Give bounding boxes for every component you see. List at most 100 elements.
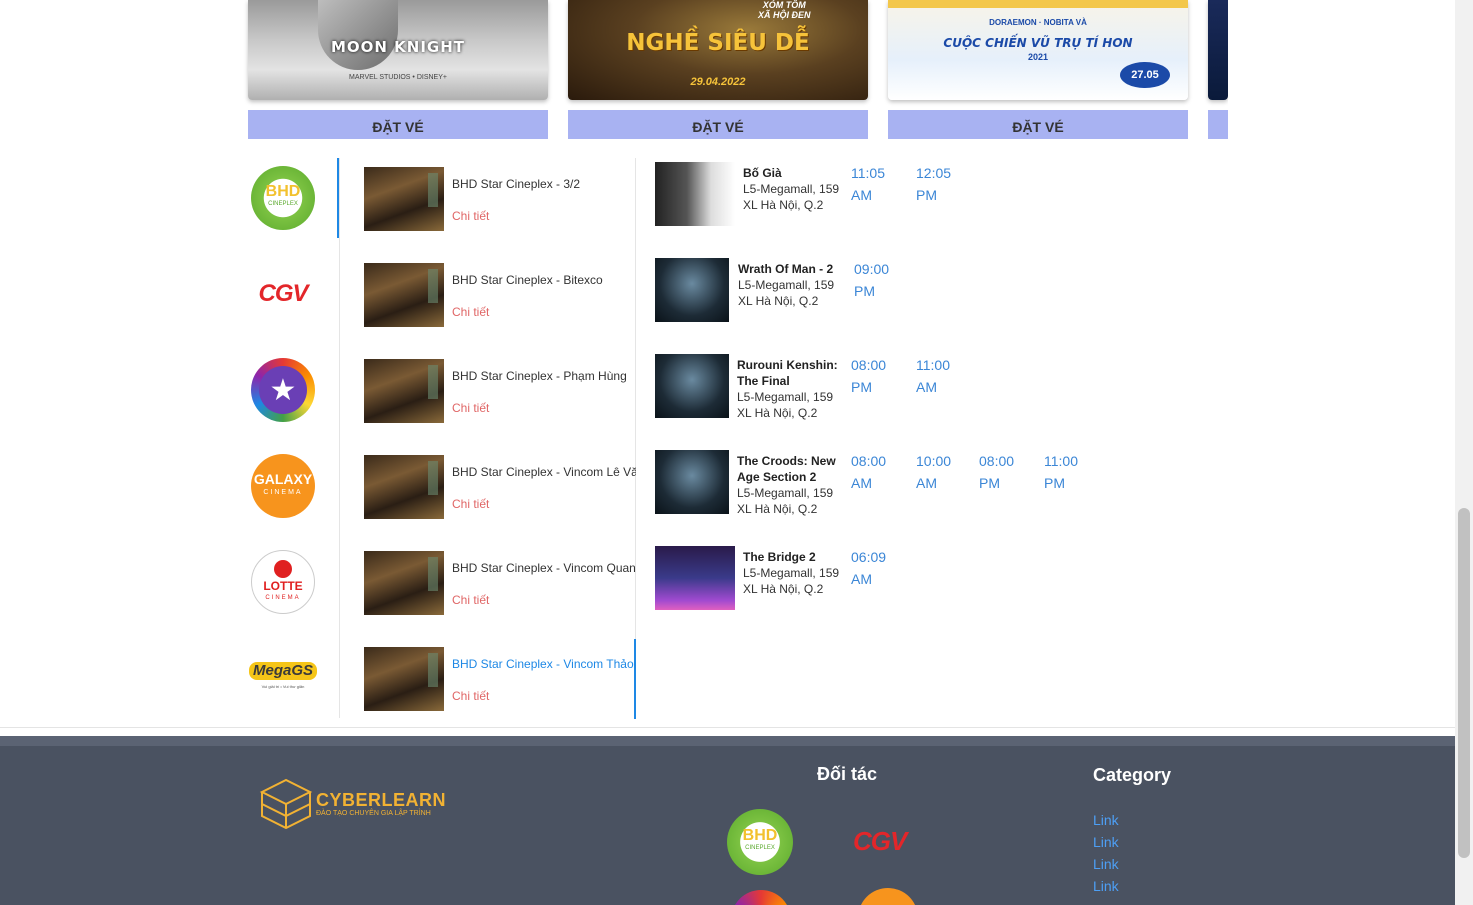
cinema-tab-bhd[interactable]: BHD CINEPLEX	[248, 158, 339, 238]
category-link[interactable]: Link	[1093, 856, 1119, 872]
book-ticket-button[interactable]: ĐẶT VÉ	[248, 110, 548, 139]
book-ticket-button[interactable]: ĐẶT VÉ	[888, 110, 1188, 139]
showtime-button[interactable]: 08:00 AM	[851, 450, 901, 494]
showtime-button[interactable]: 12:05 PM	[916, 162, 966, 206]
galaxy-logo: GALAXY CINEMA	[251, 454, 315, 518]
star-icon: ★	[259, 366, 307, 414]
cinema-tab-lotte[interactable]: LOTTE CINEMA	[248, 542, 339, 622]
galaxy-logo-text: GALAXY	[253, 471, 313, 487]
theater-thumbnail	[364, 359, 444, 423]
poster-date: 27.05	[1120, 62, 1170, 88]
movie-card[interactable]	[1208, 0, 1228, 139]
theater-detail-link[interactable]: Chi tiết	[452, 593, 489, 607]
poster-subtitle: MARVEL STUDIOS • DISNEY+	[349, 74, 447, 81]
movie-info: Bố Già L5-Megamall, 159 XL Hà Nội, Q.2	[743, 165, 851, 213]
showtime-button[interactable]: 06:09 AM	[851, 546, 901, 590]
theater-item-active[interactable]: BHD Star Cineplex - Vincom Thảo Điền Chi…	[364, 639, 636, 719]
movie-poster[interactable]: DORAEMON · NOBITA VÀ CUỘC CHIẾN VŨ TRỤ T…	[888, 0, 1188, 100]
movie-title: Wrath Of Man - 2	[738, 262, 834, 276]
showtime-button[interactable]: 11:00 PM	[1044, 450, 1094, 494]
poster-title: CUỘC CHIẾN VŨ TRỤ TÍ HON	[943, 36, 1133, 50]
theater-item[interactable]: BHD Star Cineplex - Vincom Quang Trung C…	[364, 551, 636, 623]
theater-name[interactable]: BHD Star Cineplex - Phạm Hùng	[452, 369, 636, 383]
movie-address: L5-Megamall, 159 XL Hà Nội, Q.2	[743, 566, 840, 596]
poster-date: 29.04.2022	[690, 76, 746, 88]
cinema-system-tabs: BHD CINEPLEX CGV ★ GALAXY CINEMA LOTTE C…	[248, 158, 340, 718]
megags-logo: MegaGS Vui giải trí • Vui thư giãn	[249, 646, 318, 710]
book-ticket-button[interactable]: ĐẶT VÉ	[568, 110, 868, 139]
bhd-logo: BHD CINEPLEX	[251, 166, 315, 230]
showtime-button[interactable]: 10:00 AM	[916, 450, 966, 494]
theater-thumbnail	[364, 455, 444, 519]
theater-name[interactable]: BHD Star Cineplex - Vincom Quang Trung	[452, 561, 636, 575]
category-link[interactable]: Link	[1093, 878, 1119, 894]
theater-item[interactable]: BHD Star Cineplex - Phạm Hùng Chi tiết	[364, 359, 636, 431]
poster-year: 2021	[1027, 52, 1049, 62]
movie-thumbnail	[655, 258, 729, 322]
megags-logo-text: MegaGS	[249, 662, 318, 680]
movie-address: L5-Megamall, 159 XL Hà Nội, Q.2	[743, 182, 840, 212]
scrollbar-thumb[interactable]	[1458, 508, 1470, 858]
cinema-tab-galaxy[interactable]: GALAXY CINEMA	[248, 446, 339, 526]
theater-detail-link[interactable]: Chi tiết	[452, 305, 489, 319]
movie-info: The Croods: New Age Section 2 L5-Megamal…	[737, 453, 845, 517]
book-ticket-button[interactable]	[1208, 110, 1228, 139]
page: { "movies_carousel": { "book_label": "ĐẶ…	[0, 0, 1473, 905]
movie-info: Rurouni Kenshin: The Final L5-Megamall, …	[737, 357, 845, 421]
category-link[interactable]: Link	[1093, 834, 1119, 850]
cinema-tab-bt[interactable]: ★	[248, 350, 339, 430]
theater-thumbnail	[364, 551, 444, 615]
cinema-tab-cgv[interactable]: CGV	[248, 254, 339, 334]
movie-poster[interactable]: MOON KNIGHT MARVEL STUDIOS • DISNEY+	[248, 0, 548, 100]
theater-detail-link[interactable]: Chi tiết	[452, 497, 489, 511]
movie-card[interactable]: XÓM TÔM XÃ HỘI ĐEN NGHỀ SIÊU DỄ 29.04.20…	[568, 0, 868, 139]
theater-item[interactable]: BHD Star Cineplex - Vincom Lê Văn Việt C…	[364, 455, 636, 527]
footer-brand[interactable]: CYBERLEARN ĐÀO TẠO CHUYÊN GIA LẬP TRÌNH	[258, 776, 446, 839]
movie-poster[interactable]: XÓM TÔM XÃ HỘI ĐEN NGHỀ SIÊU DỄ 29.04.20…	[568, 0, 868, 100]
theater-list: BHD Star Cineplex - 3/2 Chi tiết BHD Sta…	[340, 158, 636, 719]
movie-title: The Croods: New Age Section 2	[737, 454, 836, 484]
showtime-button[interactable]: 08:00 PM	[851, 354, 901, 398]
movie-card[interactable]: DORAEMON · NOBITA VÀ CUỘC CHIẾN VŨ TRỤ T…	[888, 0, 1188, 139]
showtime-button[interactable]: 09:00 PM	[854, 258, 904, 302]
cinema-tab-megags[interactable]: MegaGS Vui giải trí • Vui thư giãn	[248, 638, 339, 718]
theater-detail-link[interactable]: Chi tiết	[452, 209, 489, 223]
theater-name[interactable]: BHD Star Cineplex - Vincom Thảo Điền	[452, 657, 636, 671]
theater-name[interactable]: BHD Star Cineplex - 3/2	[452, 177, 636, 191]
partner-cgv-logo[interactable]: CGV	[853, 826, 907, 857]
page-scrollbar[interactable]	[1455, 0, 1473, 905]
theater-thumbnail	[364, 647, 444, 711]
movie-title: Bố Già	[743, 166, 782, 180]
showtime-button[interactable]: 08:00 PM	[979, 450, 1029, 494]
movie-poster[interactable]	[1208, 0, 1228, 100]
poster-tagline: DORAEMON · NOBITA VÀ	[989, 18, 1087, 27]
partner-bhd-text: BHD	[742, 827, 778, 844]
partner-bhd-logo[interactable]: BHD CINEPLEX	[727, 809, 793, 875]
poster-title: NGHỀ SIÊU DỄ	[626, 30, 810, 56]
theater-detail-link[interactable]: Chi tiết	[452, 401, 489, 415]
cgv-logo-text: CGV	[258, 280, 308, 307]
theater-name[interactable]: BHD Star Cineplex - Bitexco	[452, 273, 636, 287]
movie-info: The Bridge 2 L5-Megamall, 159 XL Hà Nội,…	[743, 549, 851, 597]
partners-heading: Đối tác	[817, 764, 878, 784]
movie-thumbnail	[655, 450, 729, 514]
theater-item[interactable]: BHD Star Cineplex - Bitexco Chi tiết	[364, 263, 636, 335]
showtime-button[interactable]: 11:05 AM	[851, 162, 901, 206]
divider	[0, 727, 1455, 728]
poster-title: MOON KNIGHT	[330, 38, 466, 56]
movie-card[interactable]: MOON KNIGHT MARVEL STUDIOS • DISNEY+ ĐẶT…	[248, 0, 548, 139]
theater-item[interactable]: BHD Star Cineplex - 3/2 Chi tiết	[364, 167, 636, 239]
category-link[interactable]: Link	[1093, 812, 1119, 828]
movie-thumbnail	[655, 162, 735, 226]
theater-detail-link[interactable]: Chi tiết	[452, 689, 489, 703]
cyberlearn-logo-icon	[259, 778, 313, 830]
bhd-logo-text: BHD	[265, 183, 301, 200]
partner-bhd-sub: CINEPLEX	[745, 845, 775, 851]
movie-address: L5-Megamall, 159 XL Hà Nội, Q.2	[737, 390, 834, 420]
showtime-button[interactable]: 11:00 AM	[916, 354, 966, 398]
lotte-logo: LOTTE CINEMA	[251, 550, 315, 614]
movie-thumbnail	[655, 546, 735, 610]
theater-name[interactable]: BHD Star Cineplex - Vincom Lê Văn Việt	[452, 465, 636, 479]
movie-title: The Bridge 2	[743, 550, 816, 564]
movie-title: Rurouni Kenshin: The Final	[737, 358, 838, 388]
